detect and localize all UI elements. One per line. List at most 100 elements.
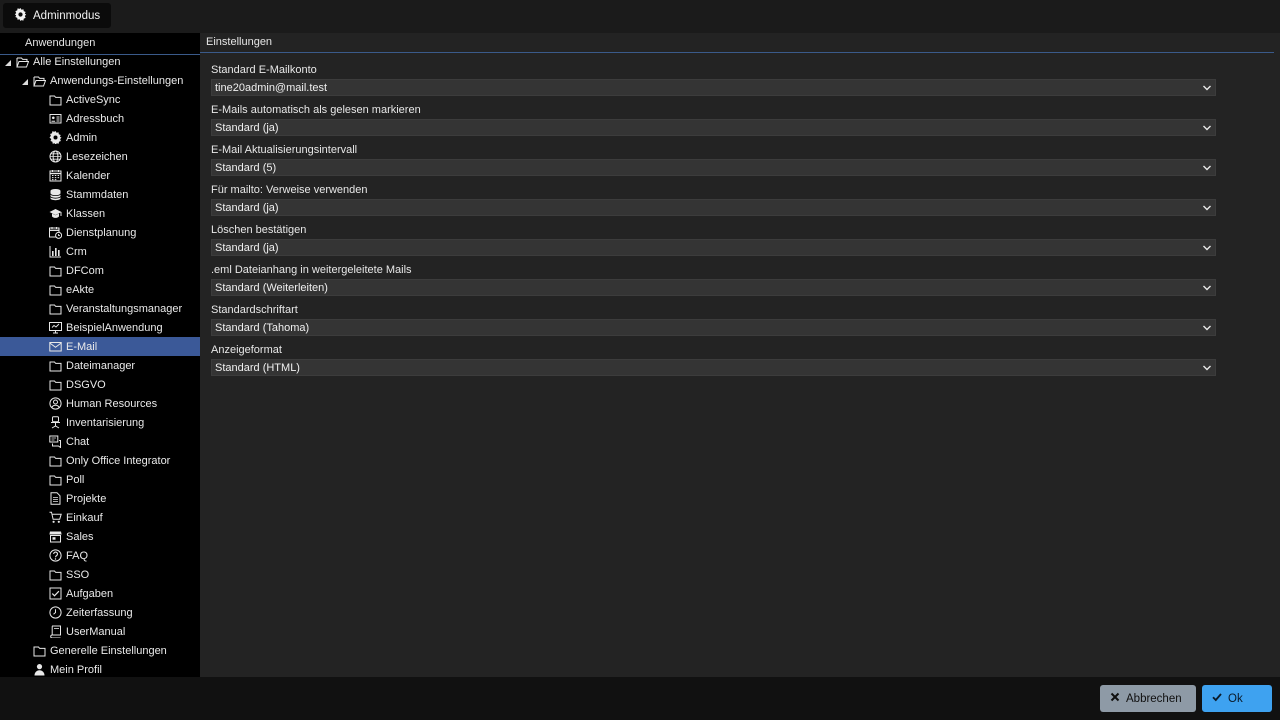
- expand-arrow-icon[interactable]: [21, 77, 29, 85]
- tree-item[interactable]: Einkauf: [0, 508, 200, 527]
- tree-item[interactable]: eAkte: [0, 280, 200, 299]
- tree-item-label: Dateimanager: [66, 359, 136, 372]
- cancel-button[interactable]: Abbrechen: [1100, 685, 1196, 712]
- folder-open-icon: [33, 74, 46, 87]
- chevron-down-icon[interactable]: [1202, 363, 1212, 373]
- tree-item[interactable]: Dienstplanung: [0, 223, 200, 242]
- folder-icon: [49, 568, 62, 581]
- folder-icon: [49, 302, 62, 315]
- setting-field: E-Mail Aktualisierungsintervall Standard …: [211, 143, 1216, 176]
- tree-item-label: Admin: [66, 131, 98, 144]
- tree-item[interactable]: Only Office Integrator: [0, 451, 200, 470]
- setting-select[interactable]: Standard (5): [211, 159, 1216, 176]
- tree-item[interactable]: Anwendungs-Einstellungen: [0, 71, 200, 90]
- bar-chart-icon: [49, 245, 62, 258]
- setting-label: Löschen bestätigen: [211, 224, 307, 236]
- tree-item[interactable]: DFCom: [0, 261, 200, 280]
- tree-item-label: Veranstaltungsmanager: [66, 302, 183, 315]
- chevron-down-icon[interactable]: [1202, 163, 1212, 173]
- chevron-down-icon[interactable]: [1202, 243, 1212, 253]
- tree-item[interactable]: DSGVO: [0, 375, 200, 394]
- tree-item-label: Adressbuch: [66, 112, 125, 125]
- setting-label: Anzeigeformat: [211, 344, 282, 356]
- tree-item-label: Zeiterfassung: [66, 606, 133, 619]
- setting-label: Standardschriftart: [211, 304, 298, 316]
- tree-item-label: Anwendungs-Einstellungen: [50, 74, 184, 87]
- setting-value: tine20admin@mail.test: [215, 81, 328, 94]
- tree-item[interactable]: Chat: [0, 432, 200, 451]
- tree-item-label: BeispielAnwendung: [66, 321, 163, 334]
- setting-value: Standard (ja): [215, 201, 279, 214]
- setting-label: Für mailto: Verweise verwenden: [211, 184, 368, 196]
- setting-value: Standard (Weiterleiten): [215, 281, 328, 294]
- tree-item-label: ActiveSync: [66, 93, 121, 106]
- setting-value: Standard (ja): [215, 241, 279, 254]
- chevron-down-icon[interactable]: [1202, 203, 1212, 213]
- tree-item[interactable]: Alle Einstellungen: [0, 52, 200, 71]
- gear-icon: [49, 131, 62, 144]
- chevron-down-icon[interactable]: [1202, 283, 1212, 293]
- setting-select[interactable]: Standard (ja): [211, 199, 1216, 216]
- tree-item[interactable]: Aufgaben: [0, 584, 200, 603]
- tree-item[interactable]: UserManual: [0, 622, 200, 641]
- tree-item[interactable]: Stammdaten: [0, 185, 200, 204]
- folder-icon: [33, 644, 46, 657]
- tree-item-label: Lesezeichen: [66, 150, 128, 163]
- monitor-icon: [49, 321, 62, 334]
- cancel-label: Abbrechen: [1126, 692, 1182, 705]
- chevron-down-icon[interactable]: [1202, 83, 1212, 93]
- ok-button[interactable]: Ok: [1202, 685, 1272, 712]
- tree-item[interactable]: Kalender: [0, 166, 200, 185]
- tree-item-label: Mein Profil: [50, 663, 102, 676]
- tree-item[interactable]: Adressbuch: [0, 109, 200, 128]
- setting-field: Standard E-Mailkonto tine20admin@mail.tes…: [211, 63, 1216, 96]
- tree-item[interactable]: Generelle Einstellungen: [0, 641, 200, 660]
- tree-item[interactable]: ActiveSync: [0, 90, 200, 109]
- setting-select[interactable]: Standard (Tahoma): [211, 319, 1216, 336]
- tree-item-label: Only Office Integrator: [66, 454, 171, 467]
- store-icon: [49, 530, 62, 543]
- tree-item[interactable]: Lesezeichen: [0, 147, 200, 166]
- tree-item[interactable]: SSO: [0, 565, 200, 584]
- calendar-clock-icon: [49, 226, 62, 239]
- setting-select[interactable]: Standard (ja): [211, 119, 1216, 136]
- tree-item-label: eAkte: [66, 283, 95, 296]
- tree-item[interactable]: Sales: [0, 527, 200, 546]
- document-icon: [49, 492, 62, 505]
- tree-item[interactable]: Inventarisierung: [0, 413, 200, 432]
- chat-icon: [49, 435, 62, 448]
- tree-item-label: DSGVO: [66, 378, 106, 391]
- setting-field: Standardschriftart Standard (Tahoma): [211, 303, 1216, 336]
- setting-select[interactable]: Standard (ja): [211, 239, 1216, 256]
- setting-select[interactable]: tine20admin@mail.test: [211, 79, 1216, 96]
- tree-item[interactable]: Klassen: [0, 204, 200, 223]
- tree-item[interactable]: Dateimanager: [0, 356, 200, 375]
- tree-item-label: Klassen: [66, 207, 106, 220]
- tree-item[interactable]: E-Mail: [0, 337, 200, 356]
- calendar-icon: [49, 169, 62, 182]
- tree-item[interactable]: Zeiterfassung: [0, 603, 200, 622]
- setting-label: Standard E-Mailkonto: [211, 64, 317, 76]
- setting-field: Für mailto: Verweise verwenden Standard (…: [211, 183, 1216, 216]
- tree-item-label: DFCom: [66, 264, 104, 277]
- globe-icon: [49, 150, 62, 163]
- chevron-down-icon[interactable]: [1202, 323, 1212, 333]
- tree-item[interactable]: FAQ: [0, 546, 200, 565]
- clock-icon: [49, 606, 62, 619]
- tree-item[interactable]: Human Resources: [0, 394, 200, 413]
- tree-item[interactable]: Poll: [0, 470, 200, 489]
- setting-field: Anzeigeformat Standard (HTML): [211, 343, 1216, 376]
- tree-item[interactable]: BeispielAnwendung: [0, 318, 200, 337]
- tree-item[interactable]: Veranstaltungsmanager: [0, 299, 200, 318]
- admin-mode-button[interactable]: Adminmodus: [3, 3, 112, 28]
- setting-select[interactable]: Standard (HTML): [211, 359, 1216, 376]
- tree-item-label: Projekte: [66, 492, 107, 505]
- tree-item[interactable]: Projekte: [0, 489, 200, 508]
- folder-icon: [49, 93, 62, 106]
- expand-arrow-icon[interactable]: [4, 58, 12, 66]
- tree-item[interactable]: Admin: [0, 128, 200, 147]
- chevron-down-icon[interactable]: [1202, 123, 1212, 133]
- setting-value: Standard (Tahoma): [215, 321, 310, 334]
- tree-item[interactable]: Crm: [0, 242, 200, 261]
- setting-select[interactable]: Standard (Weiterleiten): [211, 279, 1216, 296]
